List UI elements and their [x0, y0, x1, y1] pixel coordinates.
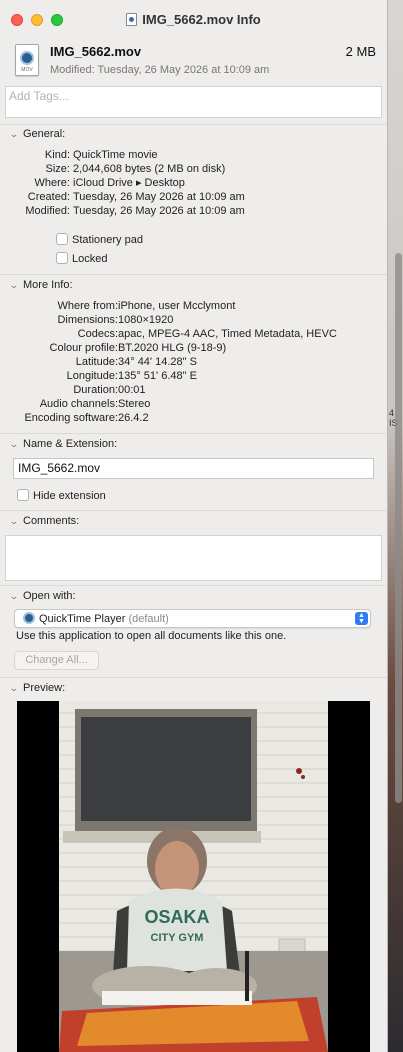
open-with-description: Use this application to open all documen… [16, 630, 287, 642]
shirt-text: CITY GYM [151, 932, 204, 944]
preview-image: OSAKA CITY GYM [17, 701, 370, 1052]
section-title: General: [23, 128, 66, 140]
info-key: Codecs: [77, 328, 118, 340]
info-key: Created: [27, 191, 70, 203]
popup-arrows-icon: ▲ ▼ [355, 612, 368, 625]
chevron-down-icon: ⌄ [8, 683, 19, 693]
info-value: iCloud Drive ▸ Desktop [73, 177, 185, 189]
comments-field[interactable] [5, 535, 382, 581]
info-key: Latitude: [75, 356, 118, 368]
chevron-down-icon: ⌄ [8, 591, 19, 601]
window-title: IMG_5662.mov Info [0, 12, 387, 27]
file-header: MOV IMG_5662.mov 2 MB Modified: Tuesday,… [0, 40, 387, 85]
more-info-disclosure[interactable]: ⌄ More Info: [8, 279, 73, 291]
info-value: Tuesday, 26 May 2026 at 10:09 am [73, 205, 245, 217]
preview-disclosure[interactable]: ⌄ Preview: [8, 682, 66, 694]
window-title-text: IMG_5662.mov Info [142, 12, 261, 27]
info-value: 135° 51' 6.48" E [118, 370, 197, 382]
chevron-down-icon: ⌄ [8, 280, 19, 290]
info-key: Longitude: [66, 370, 118, 382]
file-size: 2 MB [345, 44, 376, 59]
shirt-text: OSAKA [144, 907, 209, 927]
info-value: iPhone, user Mcclymont [118, 300, 236, 312]
section-title: Preview: [23, 682, 66, 694]
checkbox-label: Hide extension [33, 490, 106, 502]
chevron-down-icon: ⌄ [8, 439, 19, 449]
default-label: (default) [128, 613, 169, 625]
modified-date: Modified: Tuesday, 26 May 2026 at 10:09 … [50, 64, 270, 76]
info-value: 2,044,608 bytes (2 MB on disk) [73, 163, 226, 175]
info-value: 34° 44' 14.28" S [118, 356, 197, 368]
change-all-button[interactable]: Change All... [14, 651, 99, 670]
quicktime-icon [23, 612, 35, 624]
info-key: Size: [45, 163, 70, 175]
video-frame-illustration: OSAKA CITY GYM [17, 701, 370, 1052]
name-extension-disclosure[interactable]: ⌄ Name & Extension: [8, 438, 118, 450]
info-value: QuickTime movie [73, 149, 158, 161]
info-key: Colour profile: [49, 342, 118, 354]
section-title: More Info: [23, 279, 73, 291]
info-window: IMG_5662.mov Info MOV IMG_5662.mov 2 MB … [0, 0, 388, 1052]
section-title: Open with: [23, 590, 76, 602]
info-key: Audio channels: [39, 398, 118, 410]
info-value: Tuesday, 26 May 2026 at 10:09 am [73, 191, 245, 203]
tags-field[interactable]: Add Tags... [5, 86, 382, 118]
scrollbar[interactable] [395, 253, 402, 803]
locked-checkbox[interactable]: Locked [56, 252, 107, 265]
hide-extension-checkbox[interactable]: Hide extension [17, 489, 106, 502]
icon-label: MOV [21, 67, 33, 73]
info-key: Modified: [25, 205, 70, 217]
open-with-popup[interactable]: QuickTime Player (default) ▲ ▼ [14, 609, 371, 628]
movie-file-icon: MOV [15, 44, 39, 76]
info-key: Dimensions: [57, 314, 118, 326]
info-value: 1080×1920 [118, 314, 174, 326]
app-name: QuickTime Player [39, 613, 126, 625]
chevron-down-icon: ⌄ [8, 516, 19, 526]
checkbox-label: Stationery pad [72, 234, 143, 246]
title-bar[interactable]: IMG_5662.mov Info [0, 0, 387, 40]
info-value: 26.4.2 [118, 412, 149, 424]
info-value: 00:01 [118, 384, 146, 396]
section-title: Name & Extension: [23, 438, 118, 450]
name-field[interactable]: IMG_5662.mov [13, 458, 374, 479]
background-text: 4 [389, 408, 395, 418]
checkbox-box[interactable] [17, 489, 29, 501]
section-title: Comments: [23, 515, 80, 527]
checkbox-label: Locked [72, 253, 108, 265]
info-key: Encoding software: [24, 412, 118, 424]
general-disclosure[interactable]: ⌄ General: [8, 128, 66, 140]
comments-disclosure[interactable]: ⌄ Comments: [8, 515, 80, 527]
info-key: Where: [34, 177, 70, 189]
info-value: Stereo [118, 398, 151, 410]
checkbox-box[interactable] [56, 252, 68, 264]
file-name: IMG_5662.mov [50, 44, 142, 59]
checkbox-box[interactable] [56, 233, 68, 245]
info-key: Kind: [44, 149, 70, 161]
info-key: Where from: [57, 300, 118, 312]
open-with-disclosure[interactable]: ⌄ Open with: [8, 590, 76, 602]
stationery-pad-checkbox[interactable]: Stationery pad [56, 233, 143, 246]
quicktime-icon [20, 51, 34, 65]
chevron-down-icon: ⌄ [8, 129, 19, 139]
movie-file-icon [126, 13, 138, 26]
info-key: Duration: [73, 384, 118, 396]
info-value: BT.2020 HLG (9-18-9) [118, 342, 227, 354]
info-value: apac, MPEG-4 AAC, Timed Metadata, HEVC [118, 328, 337, 340]
